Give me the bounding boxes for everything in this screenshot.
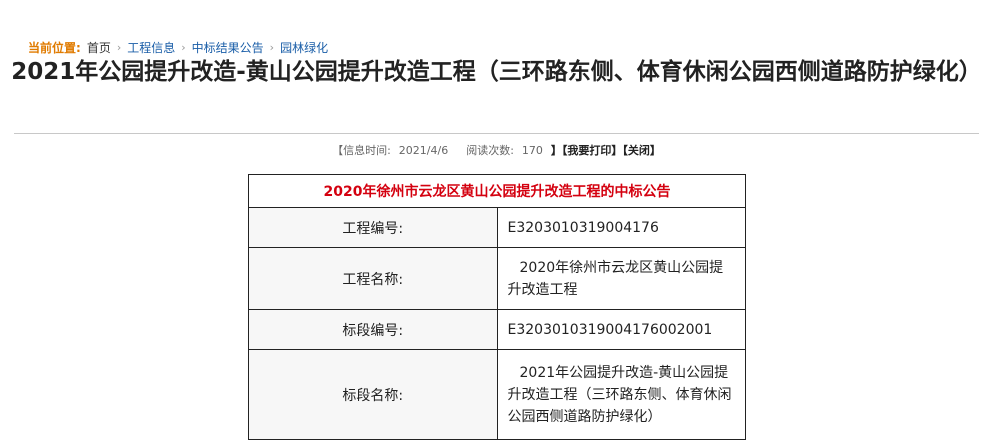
breadcrumb: 当前位置: 首页 › 工程信息 › 中标结果公告 › 园林绿化 (28, 38, 328, 56)
print-link[interactable]: 】【我要打印】 (551, 144, 623, 157)
info-time-label: 【信息时间: (332, 144, 391, 157)
article-meta: 【信息时间: 2021/4/6 阅读次数: 170 】【我要打印】【关闭】 (0, 142, 993, 158)
row-value-project-name: 2020年徐州市云龙区黄山公园提升改造工程 (496, 247, 746, 310)
table-row: 标段名称: 2021年公园提升改造-黄山公园提升改造工程（三环路东侧、体育休闲公… (248, 349, 746, 440)
table-heading: 2020年徐州市云龙区黄山公园提升改造工程的中标公告 (248, 174, 746, 208)
row-value-section-code: E3203010319004176002001 (496, 309, 746, 350)
row-label-section-code: 标段编号: (248, 309, 498, 350)
row-label-section-name: 标段名称: (248, 349, 498, 440)
table-row: 工程名称: 2020年徐州市云龙区黄山公园提升改造工程 (248, 247, 746, 310)
chevron-right-icon: › (116, 40, 122, 54)
breadcrumb-landscaping[interactable]: 园林绿化 (280, 39, 328, 56)
read-count-label: 阅读次数: (466, 144, 514, 157)
title-divider (14, 133, 979, 134)
close-link[interactable]: 【关闭】 (622, 144, 661, 157)
row-label-project-code: 工程编号: (248, 207, 498, 248)
table-row: 工程编号: E3203010319004176 (248, 207, 746, 248)
breadcrumb-project-info[interactable]: 工程信息 (127, 39, 175, 56)
chevron-right-icon: › (181, 40, 186, 54)
award-notice-table: 2020年徐州市云龙区黄山公园提升改造工程的中标公告 工程编号: E320301… (248, 174, 746, 440)
page-title: 2021年公园提升改造-黄山公园提升改造工程（三环路东侧、体育休闲公园西侧道路防… (11, 59, 982, 85)
breadcrumb-prefix: 当前位置: (28, 40, 81, 55)
table-row: 标段编号: E3203010319004176002001 (248, 309, 746, 350)
info-time-value: 2021/4/6 (398, 144, 449, 157)
row-label-project-name: 工程名称: (248, 247, 498, 310)
read-count-value: 170 (521, 144, 543, 157)
breadcrumb-award-notice[interactable]: 中标结果公告 (192, 39, 264, 56)
row-value-project-code: E3203010319004176 (496, 207, 746, 248)
row-value-section-name: 2021年公园提升改造-黄山公园提升改造工程（三环路东侧、体育休闲公园西侧道路防… (496, 349, 746, 440)
breadcrumb-home[interactable]: 首页 (87, 39, 111, 56)
chevron-right-icon: › (269, 40, 275, 54)
